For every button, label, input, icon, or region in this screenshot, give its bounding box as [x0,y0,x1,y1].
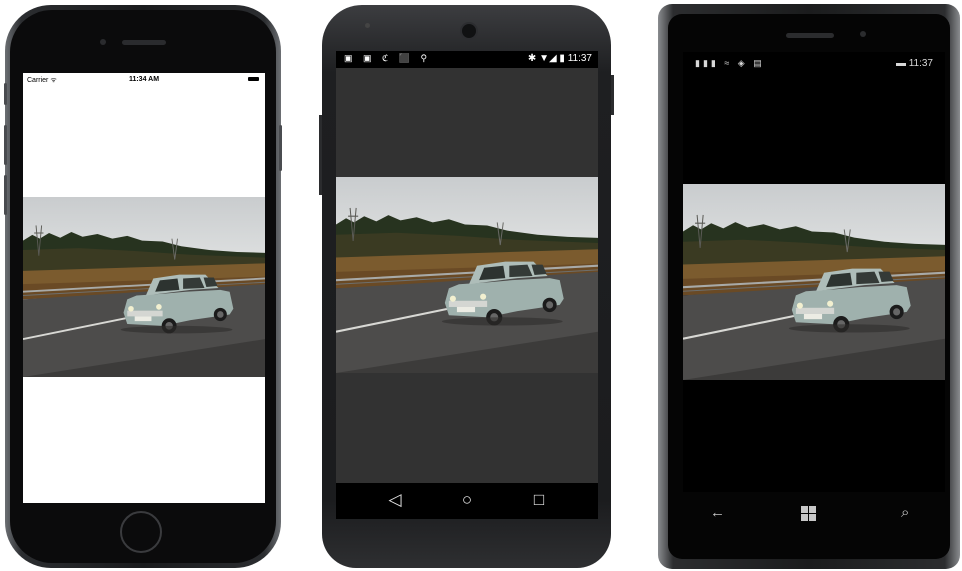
car-image [336,177,598,373]
winphone-screen: ▮▮▮ ≈ ◈ ▤ ▬ 11:37 [683,52,945,492]
android-volume-rocker [319,115,322,195]
android-nav-bar: ◁ ○ □ [336,483,598,519]
signal-icons: ▮▮▮ ≈ ◈ ▤ [695,58,765,68]
back-nav-icon[interactable]: ← [710,504,725,521]
search-nav-icon[interactable]: ⌕ [901,504,909,521]
android-power-button [611,75,614,115]
iphone-volume-up [4,125,7,165]
iphone-mute-switch [4,83,7,105]
iphone-volume-down [4,175,7,215]
windows-phone-device: ▮▮▮ ≈ ◈ ▤ ▬ 11:37 ← ⌕ [658,4,960,569]
home-nav-icon[interactable]: ○ [452,490,482,510]
status-right: ✱ ▼◢ ▮ 11:37 [527,53,592,64]
notification-icons: ▣ ▣ ℭ ⬛ ⚲ [344,53,432,63]
iphone-screen: Carrier ᯤ 11:34 AM [23,73,265,503]
iphone-home-button[interactable] [120,511,162,553]
android-status-bar: ▣ ▣ ℭ ⬛ ⚲ ✱ ▼◢ ▮ 11:37 [336,51,598,68]
android-front-camera [460,22,478,40]
windows-start-icon[interactable] [801,506,816,521]
iphone-device: Carrier ᯤ 11:34 AM [4,5,282,568]
android-screen: ▣ ▣ ℭ ⬛ ⚲ ✱ ▼◢ ▮ 11:37 ◁ ○ □ [336,51,598,519]
iphone-camera [100,39,106,45]
iphone-earpiece [122,40,166,45]
android-sensor [365,23,370,28]
car-image [23,197,265,377]
status-time: 11:34 AM [128,76,160,83]
battery-icon [248,77,259,81]
recents-nav-icon[interactable]: □ [524,490,554,510]
winphone-camera [860,31,866,37]
status-right: ▬ 11:37 [895,58,933,69]
car-image [683,184,945,380]
winphone-status-bar: ▮▮▮ ≈ ◈ ▤ ▬ 11:37 [683,52,945,72]
iphone-status-bar: Carrier ᯤ 11:34 AM [23,73,265,87]
iphone-power-button [279,125,282,171]
winphone-earpiece [786,33,834,38]
back-nav-icon[interactable]: ◁ [380,490,410,510]
android-device: ▣ ▣ ℭ ⬛ ⚲ ✱ ▼◢ ▮ 11:37 ◁ ○ □ [319,5,614,568]
